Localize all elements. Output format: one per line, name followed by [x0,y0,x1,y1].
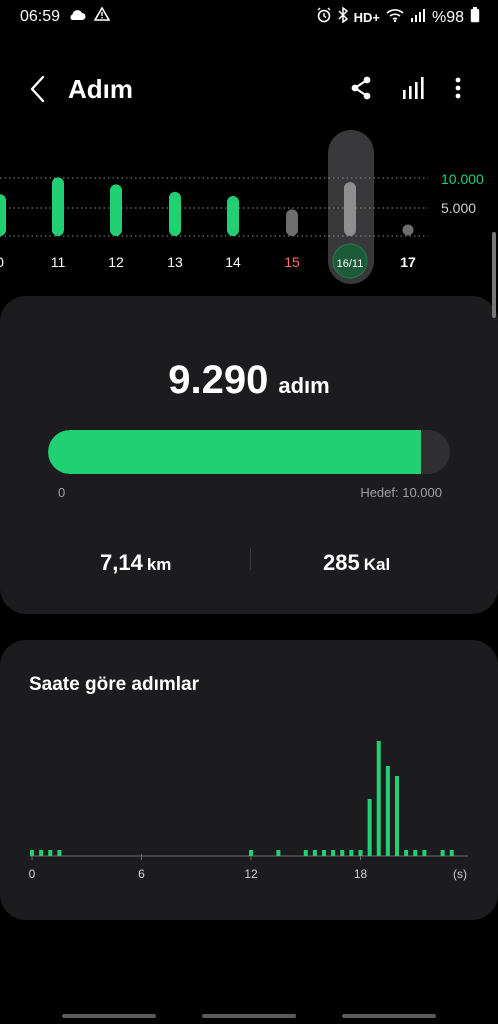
hourly-bar-14 [376,741,381,856]
hourly-bar-13 [367,799,372,856]
hourly-tick-label-0: 0 [29,867,36,881]
nav-home-button[interactable] [202,1014,296,1018]
back-arrow-icon [30,75,45,103]
more-vert-icon [455,77,461,99]
bluetooth-icon [338,6,348,28]
hourly-tick-label-3: 18 [354,867,368,881]
goal-label-10000: 10.000 [441,171,484,187]
week-day-label-2[interactable]: 12 [108,254,124,270]
nav-back-button[interactable] [342,1014,436,1018]
signal-icon [410,8,426,27]
goal-progress-bar [48,430,450,474]
back-button[interactable] [24,74,54,104]
warning-icon [93,6,111,26]
goal-progress-fill [48,430,422,474]
steps-value: 9.290 [168,358,269,402]
status-time: 06:59 [20,7,61,25]
distance-metric: 7,14 km [100,550,171,576]
hourly-bar-4 [249,850,253,856]
goal-label: Hedef: 10.000 [360,485,442,500]
calories-value: 285 [323,550,360,575]
bar-chart-icon [403,77,424,99]
hourly-bar-15 [385,766,390,856]
cloud-icon [68,8,86,26]
metric-divider [250,548,251,570]
hourly-bar-10 [340,850,345,856]
hourly-bar-6 [303,850,308,856]
hourly-tick-label-2: 12 [244,867,258,881]
daily-summary-card[interactable]: 9.290 adım 0 Hedef: 10.000 7,14 km 285 Kal [0,296,498,614]
hourly-steps-chart[interactable]: 0 6 12 18 (s) [0,720,498,890]
hourly-bar-19 [422,850,427,856]
status-bar: 06:59 HD+ %98 [0,0,498,32]
calories-unit: Kal [363,555,391,574]
status-left: 06:59 [20,6,111,26]
nav-recents-button[interactable] [62,1014,156,1018]
hourly-bar-16 [395,776,399,856]
steps-total: 9.290 adım [0,358,498,403]
scrollbar[interactable] [492,232,496,318]
week-bar-2[interactable] [110,184,122,236]
week-bar-7[interactable] [402,224,414,236]
week-day-label-5[interactable]: 15 [284,254,300,270]
status-right: HD+ %98 [316,6,480,28]
week-bar-3[interactable] [169,191,181,236]
hourly-bar-20 [440,850,445,856]
trends-button[interactable] [400,74,428,102]
network-type: HD+ [353,10,380,25]
steps-unit: adım [278,373,330,398]
distance-value: 7,14 [100,550,143,575]
distance-unit: km [146,555,172,574]
week-day-label-4[interactable]: 14 [225,254,241,270]
share-icon [351,76,371,100]
hourly-bar-7 [312,850,317,856]
week-day-label-0[interactable]: 0 [0,254,4,270]
hourly-bar-0 [30,850,34,856]
battery-level: %98 [431,8,464,26]
calories-metric: 285 Kal [323,550,390,576]
hourly-bar-17 [404,850,409,856]
alarm-icon [316,7,332,28]
week-bar-6[interactable] [344,182,356,236]
week-day-label-7[interactable]: 17 [400,254,416,270]
more-options-button[interactable] [446,74,470,102]
hourly-bar-2 [48,850,53,856]
week-day-label-6[interactable]: 16/11 [337,258,364,270]
hourly-bar-11 [349,850,354,856]
hourly-title: Saate göre adımlar [29,674,200,695]
goal-label-5000: 5.000 [441,200,476,216]
week-bar-5[interactable] [286,209,298,236]
hourly-bar-21 [449,850,454,856]
weekly-steps-chart[interactable]: 10.000 5.000 0 11 12 13 14 15 16/11 17 [0,128,498,288]
week-day-label-3[interactable]: 13 [167,254,183,270]
app-bar: Adım [0,60,498,116]
hourly-bar-1 [39,850,44,856]
week-bar-4[interactable] [227,195,239,236]
hourly-bar-5 [276,850,281,856]
page-title: Adım [68,74,133,104]
hourly-unit-label: (s) [453,867,467,881]
week-bar-1[interactable] [52,177,64,236]
hourly-bar-12 [358,850,363,856]
week-bar-0[interactable] [0,194,6,236]
hourly-bar-9 [331,850,336,856]
battery-icon [470,7,480,28]
hourly-tick-label-1: 6 [138,867,145,881]
week-day-label-1[interactable]: 11 [51,254,66,270]
hourly-bar-8 [322,850,326,856]
navigation-bar [0,1006,498,1024]
share-button[interactable] [347,74,375,102]
progress-min-label: 0 [58,485,66,500]
hourly-bar-18 [413,850,418,856]
wifi-icon [386,8,404,27]
hourly-bar-3 [57,850,62,856]
hourly-steps-card[interactable]: Saate göre adımlar 0 6 12 18 (s) [0,640,498,920]
